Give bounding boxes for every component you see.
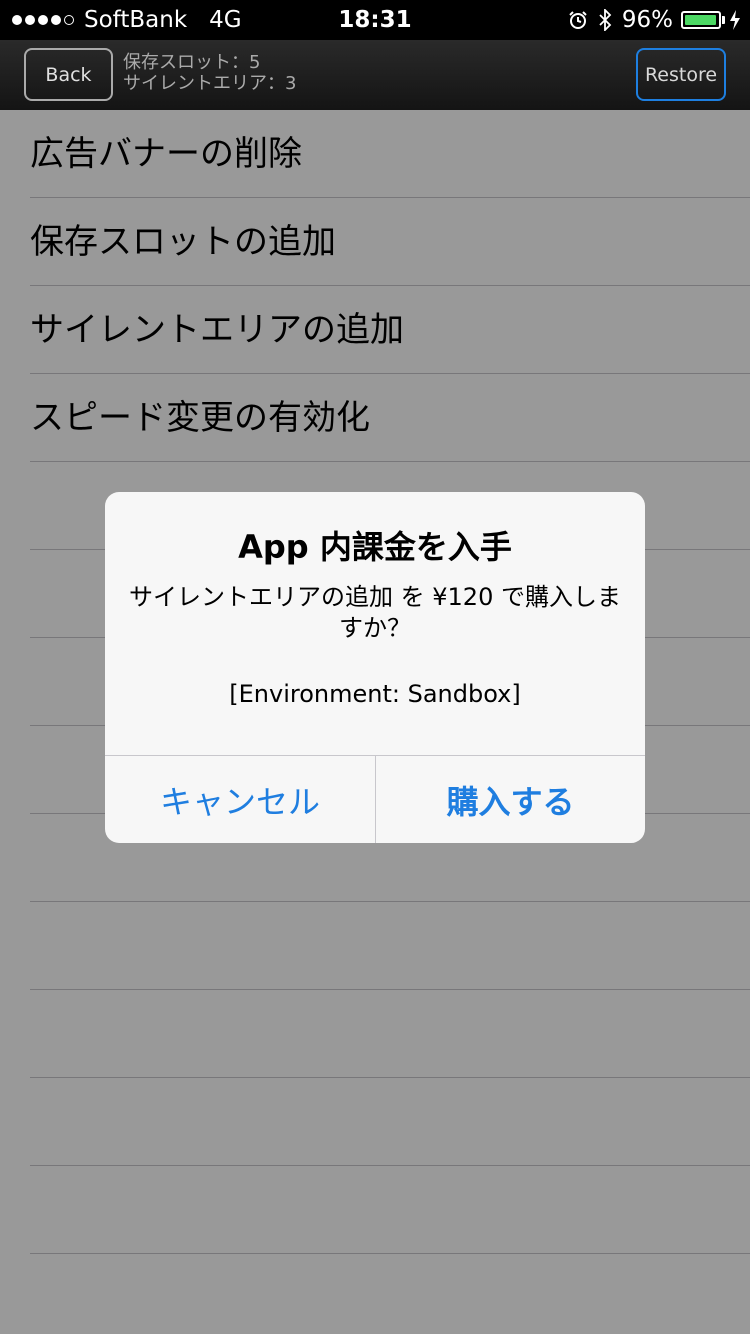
battery-icon [681, 11, 725, 29]
battery-percent: 96% [621, 7, 673, 33]
alert-message: サイレントエリアの追加 を ¥120 で購入しますか？ [129, 583, 621, 642]
cancel-button[interactable]: キャンセル [105, 756, 375, 843]
restore-button[interactable]: Restore [636, 48, 726, 101]
buy-button[interactable]: 購入する [376, 756, 645, 843]
status-bar: SoftBank 4G 18:31 96% [0, 0, 750, 40]
purchase-alert: App 内課金を入手 サイレントエリアの追加 を ¥120 で購入しますか？ [… [105, 492, 645, 843]
alert-environment: [Environment: Sandbox] [229, 680, 521, 708]
save-slot-count: 保存スロット：5 [123, 52, 261, 73]
alert-title: App 内課金を入手 [238, 528, 512, 566]
battery-tip [722, 16, 725, 24]
counters: 保存スロット：5 サイレントエリア：3 [123, 52, 296, 94]
alarm-icon [568, 10, 588, 30]
battery-fill [685, 15, 716, 25]
silent-area-count: サイレントエリア：3 [123, 73, 297, 94]
nav-bar: Back 保存スロット：5 サイレントエリア：3 Restore [0, 40, 750, 110]
status-right: 96% [568, 0, 740, 40]
charging-icon [730, 10, 740, 30]
bluetooth-icon [598, 9, 612, 31]
battery-body [681, 11, 721, 29]
back-button[interactable]: Back [24, 48, 113, 101]
